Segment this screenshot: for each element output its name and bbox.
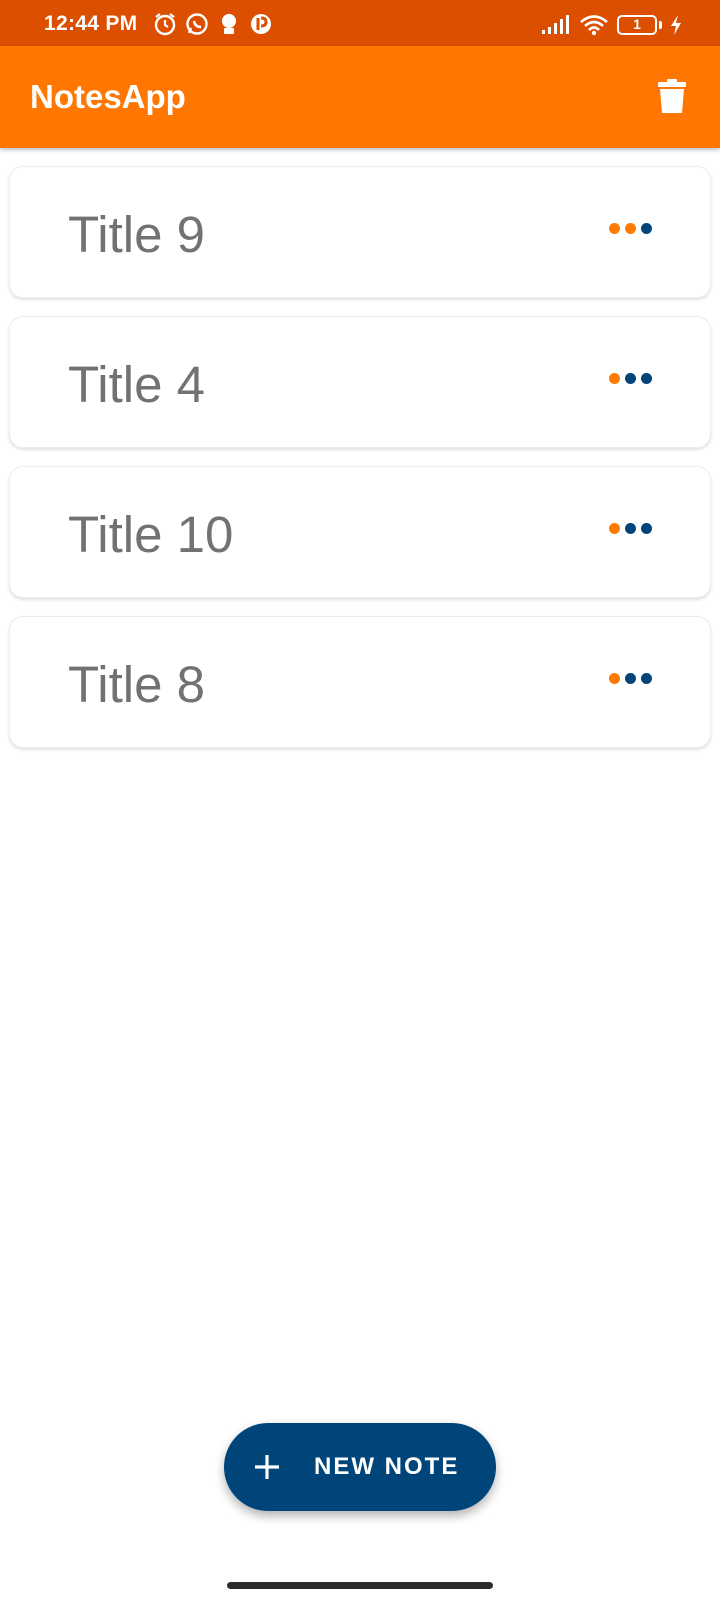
note-options-button[interactable]	[609, 373, 652, 384]
more-dot-icon	[641, 373, 652, 384]
status-icons-right: 1	[541, 14, 682, 36]
note-options-button[interactable]	[609, 523, 652, 534]
note-list: Title 9 Title 4 Title 10 Title 8	[9, 166, 711, 766]
status-bar: 12:44 PM 1	[0, 0, 720, 46]
new-note-label: NEW NOTE	[314, 1453, 460, 1480]
more-dot-icon	[609, 223, 620, 234]
wifi-icon	[579, 14, 609, 36]
more-dot-icon	[609, 523, 620, 534]
signal-icon	[541, 15, 571, 35]
trash-icon	[658, 78, 686, 118]
more-dot-icon	[641, 223, 652, 234]
battery-icon: 1	[617, 15, 657, 35]
status-icons-left	[152, 11, 274, 37]
app-bar: NotesApp	[0, 46, 720, 148]
more-dot-icon	[641, 673, 652, 684]
note-options-button[interactable]	[609, 673, 652, 684]
note-options-button[interactable]	[609, 223, 652, 234]
more-dot-icon	[625, 673, 636, 684]
note-card[interactable]: Title 8	[9, 616, 711, 748]
note-title: Title 8	[68, 656, 205, 713]
more-dot-icon	[625, 523, 636, 534]
whatsapp-icon	[184, 11, 210, 37]
note-title: Title 4	[68, 356, 205, 413]
more-dot-icon	[609, 373, 620, 384]
charging-icon	[670, 15, 682, 35]
home-indicator[interactable]	[227, 1582, 493, 1589]
app-title: NotesApp	[30, 78, 186, 115]
note-title: Title 10	[68, 506, 234, 563]
plus-icon	[252, 1452, 282, 1482]
app-icon	[248, 11, 274, 37]
notification-icon	[216, 11, 242, 37]
alarm-icon	[152, 11, 178, 37]
note-card[interactable]: Title 9	[9, 166, 711, 298]
battery-tip	[659, 21, 662, 29]
delete-all-button[interactable]	[650, 76, 694, 120]
more-dot-icon	[625, 373, 636, 384]
battery-level: 1	[633, 16, 641, 32]
note-card[interactable]: Title 4	[9, 316, 711, 448]
note-card[interactable]: Title 10	[9, 466, 711, 598]
more-dot-icon	[609, 673, 620, 684]
more-dot-icon	[625, 223, 636, 234]
note-title: Title 9	[68, 206, 205, 263]
status-time: 12:44 PM	[44, 12, 138, 35]
new-note-button[interactable]: NEW NOTE	[224, 1423, 496, 1511]
more-dot-icon	[641, 523, 652, 534]
